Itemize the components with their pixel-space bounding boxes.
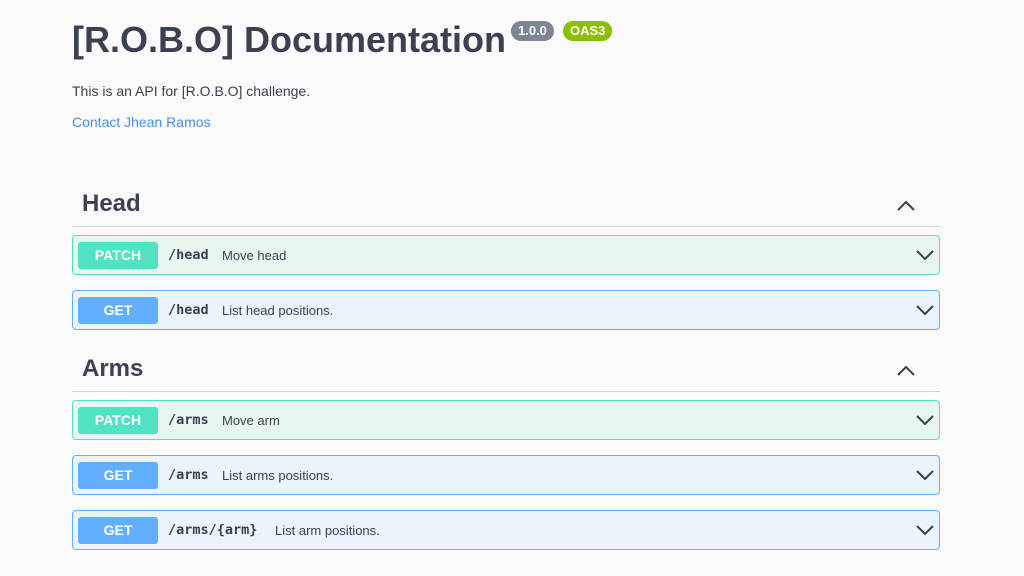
operation-summary: Move arm bbox=[222, 413, 280, 428]
operation-path: /head bbox=[168, 302, 209, 318]
operation-patch-head[interactable]: PATCH /head Move head bbox=[72, 235, 940, 275]
tag-title: Head bbox=[82, 190, 141, 217]
operation-path: /head bbox=[168, 247, 209, 263]
version-badge: 1.0.0 bbox=[511, 21, 554, 41]
method-badge: PATCH bbox=[78, 242, 158, 269]
tag-section-head: Head bbox=[72, 184, 940, 227]
tag-title: Arms bbox=[82, 355, 144, 382]
operation-path: /arms bbox=[168, 467, 209, 483]
tag-section-arms: Arms bbox=[72, 349, 940, 392]
chevron-down-icon[interactable] bbox=[915, 245, 935, 265]
page-title: [R.O.B.O] Documentation bbox=[72, 19, 506, 60]
api-description: This is an API for [R.O.B.O] challenge. bbox=[72, 83, 311, 99]
operation-summary: List head positions. bbox=[222, 303, 334, 318]
chevron-up-icon[interactable] bbox=[894, 194, 918, 218]
operation-summary: List arms positions. bbox=[222, 468, 334, 483]
operation-get-arms[interactable]: GET /arms List arms positions. bbox=[72, 455, 940, 495]
operation-get-head[interactable]: GET /head List head positions. bbox=[72, 290, 940, 330]
operation-path: /arms/{arm} bbox=[168, 522, 258, 538]
chevron-up-icon[interactable] bbox=[894, 359, 918, 383]
method-badge: GET bbox=[78, 297, 158, 324]
operation-summary: List arm positions. bbox=[275, 523, 380, 538]
method-badge: GET bbox=[78, 462, 158, 489]
tag-header-head[interactable]: Head bbox=[72, 184, 940, 227]
method-badge: GET bbox=[78, 517, 158, 544]
chevron-down-icon[interactable] bbox=[915, 410, 935, 430]
operation-patch-arms[interactable]: PATCH /arms Move arm bbox=[72, 400, 940, 440]
oas-badge: OAS3 bbox=[563, 21, 613, 41]
chevron-down-icon[interactable] bbox=[915, 300, 935, 320]
chevron-down-icon[interactable] bbox=[915, 465, 935, 485]
contact-link[interactable]: Contact Jhean Ramos bbox=[72, 114, 211, 130]
method-badge: PATCH bbox=[78, 407, 158, 434]
operation-get-arm-by-id[interactable]: GET /arms/{arm} List arm positions. bbox=[72, 510, 940, 550]
operation-path: /arms bbox=[168, 412, 209, 428]
chevron-down-icon[interactable] bbox=[915, 520, 935, 540]
tag-header-arms[interactable]: Arms bbox=[72, 349, 940, 392]
operation-summary: Move head bbox=[222, 248, 287, 263]
